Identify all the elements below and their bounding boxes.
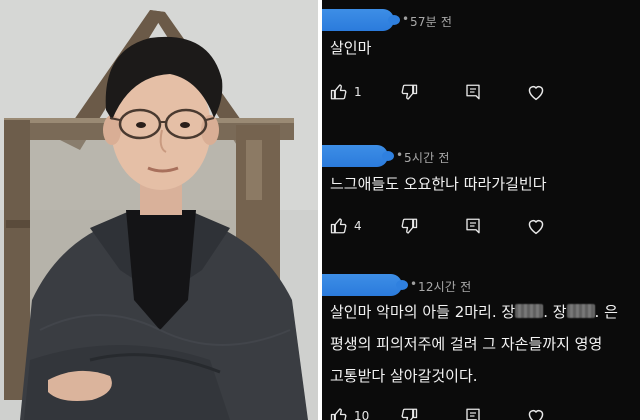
comment-text-line: 살인마 악마의 아들 2마리. 장 . 장 . 은 (330, 296, 618, 328)
dislike-button[interactable] (400, 402, 418, 420)
reply-icon (466, 218, 480, 234)
heart-icon (528, 85, 544, 101)
reply-button[interactable] (464, 78, 482, 106)
comment-meta: • 12시간 전 (322, 274, 640, 298)
thumbs-up-icon (330, 218, 347, 234)
heart-button[interactable] (526, 78, 546, 106)
redacted-username (322, 9, 400, 31)
reply-icon (466, 84, 480, 100)
comment-text-line: 고통받다 살아갈것이다. (330, 367, 478, 385)
comment-list: • 57분 전 살인마 1 • 5시간 전 느그애들도 오요한나 따라가길빈다 … (322, 0, 640, 420)
comment-timestamp: 12시간 전 (418, 280, 472, 294)
like-button[interactable]: 1 (330, 78, 362, 106)
redacted-username (322, 145, 394, 167)
thumbs-up-icon (330, 84, 347, 100)
portrait-illustration (0, 0, 318, 420)
like-count: 1 (354, 85, 362, 99)
heart-icon (528, 219, 544, 235)
comment-text: 살인마 (330, 39, 372, 57)
comment-timestamp: 57분 전 (410, 15, 453, 29)
comment-text-fragment: 살인마 악마의 아들 2마리. 장 (330, 303, 516, 321)
comment-text-line: 평생의 피의저주에 걸려 그 자손들까지 영영 (330, 335, 603, 353)
separator-dot: • (410, 277, 418, 291)
comment-actions: 1 (322, 78, 640, 108)
dislike-button[interactable] (400, 78, 418, 106)
comment-text-fragment: . 장 (543, 303, 567, 321)
redacted-username (322, 274, 408, 296)
like-button[interactable]: 10 (330, 402, 369, 420)
separator-dot: • (396, 148, 404, 162)
comment-meta: • 57분 전 (322, 9, 640, 33)
comment-timestamp: 5시간 전 (404, 151, 450, 165)
comment-meta: • 5시간 전 (322, 145, 640, 169)
like-count: 4 (354, 219, 362, 233)
thumbs-down-icon (401, 218, 418, 234)
blurred-name (566, 304, 595, 318)
thumbs-down-icon (401, 408, 418, 420)
reply-icon (466, 408, 480, 420)
portrait-photo (0, 0, 318, 420)
separator-dot: • (402, 12, 410, 26)
comment-text-fragment: . 은 (594, 303, 618, 321)
comment-actions: 10 (322, 402, 640, 420)
thumbs-up-icon (330, 408, 347, 420)
comment-actions: 4 (322, 212, 640, 242)
comment-text: 느그애들도 오요한나 따라가길빈다 (330, 175, 547, 193)
heart-button[interactable] (526, 402, 546, 420)
reply-button[interactable] (464, 212, 482, 240)
like-button[interactable]: 4 (330, 212, 362, 240)
like-count: 10 (354, 409, 370, 420)
reply-button[interactable] (464, 402, 482, 420)
blurred-name (515, 304, 544, 318)
thumbs-down-icon (401, 84, 418, 100)
heart-icon (528, 409, 544, 420)
heart-button[interactable] (526, 212, 546, 240)
dislike-button[interactable] (400, 212, 418, 240)
